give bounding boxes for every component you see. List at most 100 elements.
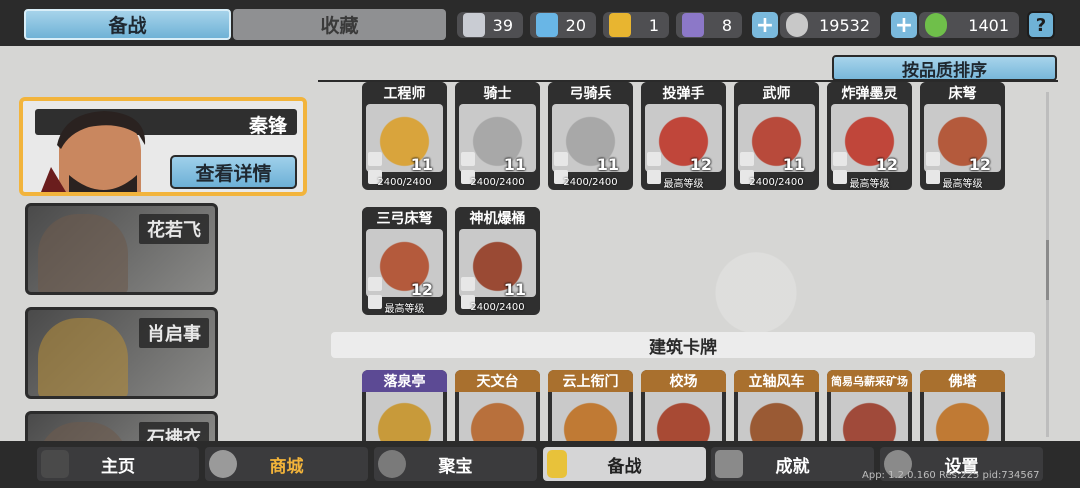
unit-card-level: 12 <box>410 280 433 299</box>
unit-card-title: 神机爆桶 <box>455 207 540 229</box>
hero-name: 肖启事 <box>139 318 209 348</box>
unit-card-title: 三弓床弩 <box>362 207 447 229</box>
unit-type-icon <box>833 152 847 166</box>
unit-card-title: 骑士 <box>455 82 540 104</box>
building-card-title: 校场 <box>641 370 726 392</box>
unit-card-level: 12 <box>689 155 712 174</box>
unit-card-progress: 2400/2400 <box>470 302 525 313</box>
unit-card-level: 11 <box>596 155 619 174</box>
nav-store[interactable]: 商城 <box>205 447 368 481</box>
building-card-title: 云上衔门 <box>548 370 633 392</box>
silver-shield-icon <box>463 13 485 37</box>
unit-card-progress: 2400/2400 <box>470 177 525 188</box>
hero-card-selected[interactable]: 秦锋 查看详情 <box>19 97 307 196</box>
unit-card-title: 弓骑兵 <box>548 82 633 104</box>
unit-card-progress: 2400/2400 <box>377 177 432 188</box>
resource-blue-shield: 20 <box>530 12 596 38</box>
unit-card-progress: 最高等级 <box>942 179 983 190</box>
nav-label: 商城 <box>269 456 304 477</box>
unit-type-icon <box>368 277 382 291</box>
unit-type-icon <box>647 152 661 166</box>
blue-shield-icon <box>536 13 558 37</box>
unit-card-progress: 最高等级 <box>663 179 704 190</box>
building-card-art <box>738 392 815 442</box>
building-card[interactable]: 落泉亭 <box>362 370 447 442</box>
nav-treasure[interactable]: 聚宝 <box>374 447 537 481</box>
unit-card-progress: 2400/2400 <box>749 177 804 188</box>
building-card-art <box>831 392 908 442</box>
unit-type-icon <box>368 152 382 166</box>
treasure-bowl-icon <box>378 450 406 478</box>
unit-type-icon <box>461 152 475 166</box>
hero-name: 秦锋 <box>248 115 287 137</box>
unit-type-icon <box>740 152 754 166</box>
unit-card-title: 床弩 <box>920 82 1005 104</box>
add-gems-button[interactable]: + <box>891 12 917 38</box>
gold-shield-icon <box>609 13 631 37</box>
building-card-art <box>552 392 629 442</box>
unit-card-title: 工程师 <box>362 82 447 104</box>
resource-gold-shield: 1 <box>603 12 669 38</box>
scrollbar-thumb[interactable] <box>1046 240 1049 300</box>
nav-prepare[interactable]: 备战 <box>543 447 706 481</box>
building-card-art <box>924 392 1001 442</box>
building-card-art <box>645 392 722 442</box>
unit-card-title: 投弹手 <box>641 82 726 104</box>
hero-portrait <box>38 318 128 396</box>
silver-coin-icon <box>786 13 808 37</box>
hero-card[interactable]: 花若飞 <box>25 203 218 295</box>
resource-value: 39 <box>492 15 513 35</box>
resource-gems: 1401 <box>919 12 1019 38</box>
building-card[interactable]: 立轴风车 <box>734 370 819 442</box>
unit-card-level: 11 <box>410 155 433 174</box>
unit-type-icon <box>461 277 475 291</box>
green-gem-icon <box>925 13 947 37</box>
unit-card[interactable]: 工程师 11 2400/2400 <box>362 82 447 190</box>
unit-card[interactable]: 床弩 12 最高等级 <box>920 82 1005 190</box>
resource-value: 1401 <box>968 15 1009 35</box>
tab-prepare[interactable]: 备战 <box>24 9 231 40</box>
unit-card-level: 11 <box>503 155 526 174</box>
nav-label: 成就 <box>775 456 810 477</box>
building-card[interactable]: 简易乌薪采矿场 <box>827 370 912 442</box>
building-card[interactable]: 天文台 <box>455 370 540 442</box>
building-card-title: 落泉亭 <box>362 370 447 392</box>
castle-icon <box>41 450 69 478</box>
building-card-art <box>366 392 443 442</box>
unit-card[interactable]: 炸弹墨灵 12 最高等级 <box>827 82 912 190</box>
nav-achievements[interactable]: 成就 <box>711 447 874 481</box>
add-coins-button[interactable]: + <box>752 12 778 38</box>
resource-value: 1 <box>648 15 659 35</box>
resource-purple-shield: 8 <box>676 12 742 38</box>
view-details-button[interactable]: 查看详情 <box>170 155 297 189</box>
building-card-art <box>459 392 536 442</box>
tab-collection[interactable]: 收藏 <box>233 9 446 40</box>
section-building-cards: 建筑卡牌 <box>331 332 1035 358</box>
unit-card-progress: 2400/2400 <box>563 177 618 188</box>
unit-card-title: 武师 <box>734 82 819 104</box>
hero-name: 花若飞 <box>139 214 209 244</box>
resource-value: 19532 <box>819 15 870 35</box>
building-card-title: 立轴风车 <box>734 370 819 392</box>
unit-card[interactable]: 三弓床弩 12 最高等级 <box>362 207 447 315</box>
unit-card[interactable]: 骑士 11 2400/2400 <box>455 82 540 190</box>
unit-card[interactable]: 弓骑兵 11 2400/2400 <box>548 82 633 190</box>
sort-by-quality-button[interactable]: 按品质排序 <box>832 55 1057 81</box>
nav-home[interactable]: 主页 <box>37 447 199 481</box>
coins-icon <box>209 450 237 478</box>
nav-label: 主页 <box>101 456 135 477</box>
hero-card[interactable]: 肖启事 <box>25 307 218 399</box>
unit-card-progress: 最高等级 <box>384 304 425 315</box>
building-card[interactable]: 校场 <box>641 370 726 442</box>
building-card-title: 天文台 <box>455 370 540 392</box>
building-card[interactable]: 云上衔门 <box>548 370 633 442</box>
unit-card[interactable]: 投弹手 12 最高等级 <box>641 82 726 190</box>
unit-card-level: 12 <box>968 155 991 174</box>
help-button[interactable]: ? <box>1027 11 1055 39</box>
unit-card[interactable]: 武师 11 2400/2400 <box>734 82 819 190</box>
building-card-title: 简易乌薪采矿场 <box>827 370 912 392</box>
building-card-title: 佛塔 <box>920 370 1005 392</box>
unit-card[interactable]: 神机爆桶 11 2400/2400 <box>455 207 540 315</box>
unit-card-level: 11 <box>503 280 526 299</box>
building-card[interactable]: 佛塔 <box>920 370 1005 442</box>
